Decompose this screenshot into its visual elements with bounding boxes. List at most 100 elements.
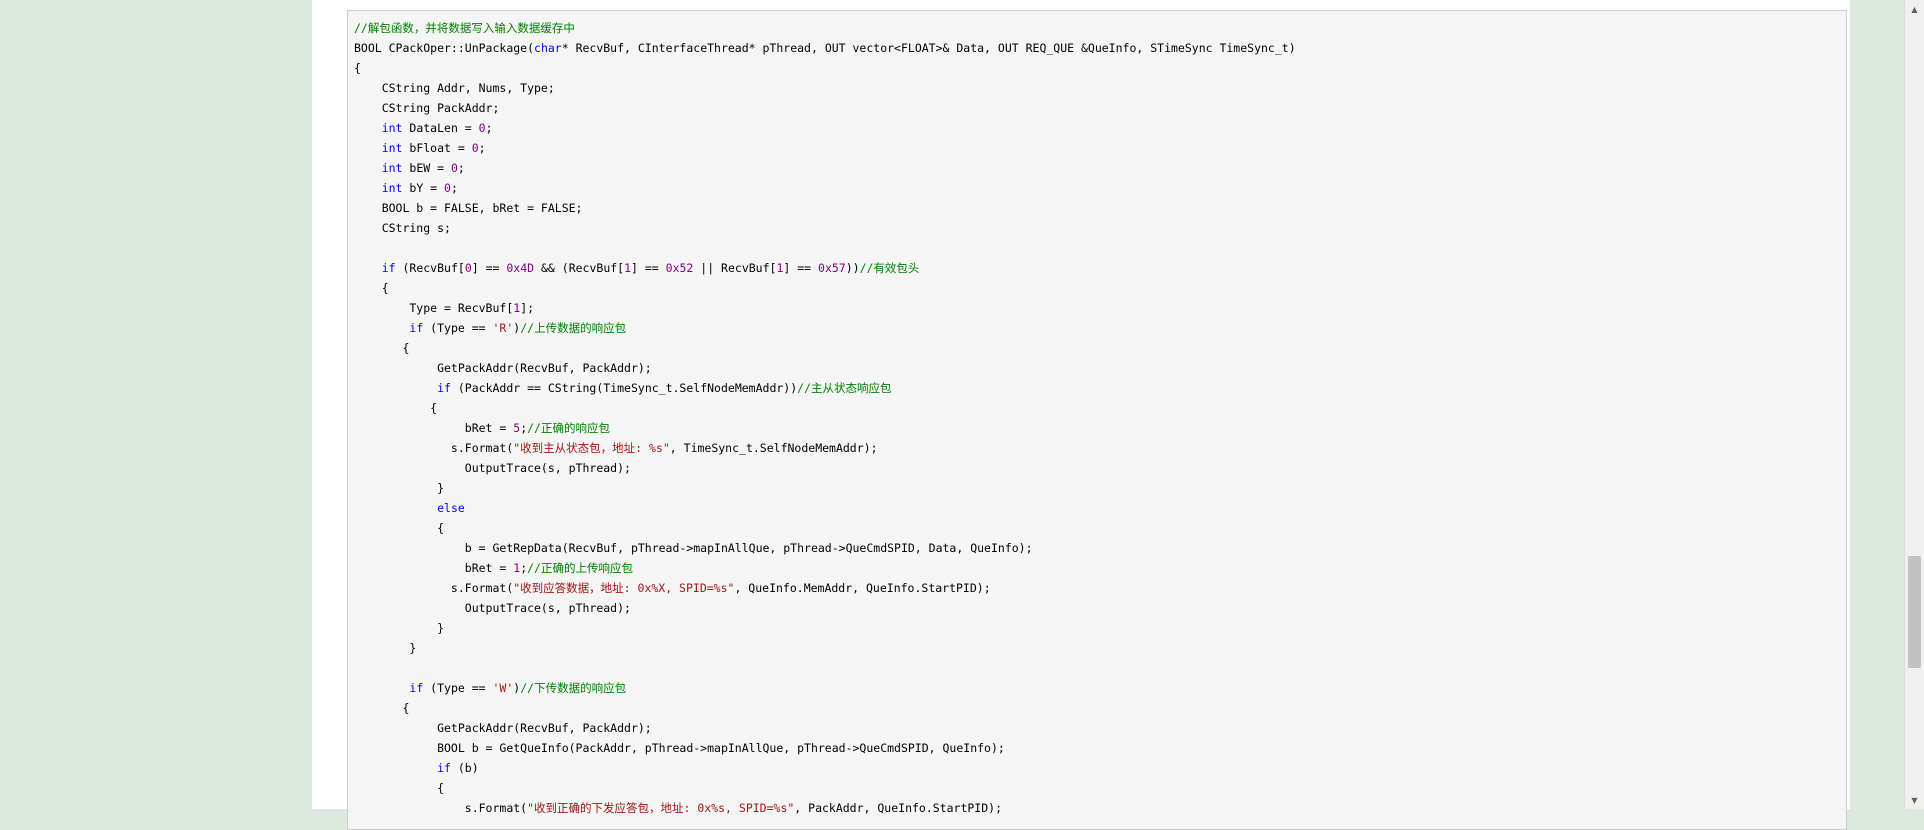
code-line: { [354,518,444,538]
code-line: int DataLen = 0; [354,118,493,138]
code-line: Type = RecvBuf[1]; [354,298,534,318]
code-line: bRet = 5;//正确的响应包 [354,418,610,438]
code-token: ]; [520,301,535,315]
code-line: } [354,618,444,638]
code-block: //解包函数，并将数据写入输入数据缓存中BOOL CPackOper::UnPa… [347,10,1847,830]
code-token: (RecvBuf[ [395,261,465,275]
code-token: //正确的上传响应包 [527,561,633,575]
code-token: 0 [471,141,479,155]
code-token: s.Format( [354,441,514,455]
code-token: , PackAddr, QueInfo.StartPID); [794,801,1003,815]
code-token: , QueInfo.MemAddr, QueInfo.StartPID); [734,581,991,595]
code-token: 0 [478,121,486,135]
code-token: OutputTrace(s, pThread); [354,601,631,615]
vertical-scrollbar[interactable]: ▲ ▼ [1904,0,1924,809]
code-line: } [354,638,416,658]
code-token: { [354,701,410,715]
code-line: bRet = 1;//正确的上传响应包 [354,558,633,578]
code-token: } [354,621,445,635]
code-line: int bY = 0; [354,178,458,198]
code-token: GetPackAddr(RecvBuf, PackAddr); [354,721,652,735]
code-token: 0 [444,181,451,195]
code-token: 1 [624,261,632,275]
code-line: CString PackAddr; [354,98,500,118]
code-line: b = GetRepData(RecvBuf, pThread->mapInAl… [354,538,1033,558]
code-line: { [354,398,437,418]
code-token: bRet = [354,421,514,435]
code-token: 0x57 [818,261,846,275]
code-token: { [354,521,445,535]
code-token: int [381,181,403,195]
code-token: || RecvBuf[ [693,261,777,275]
code-token: ] == [631,261,666,275]
code-token: int [381,161,403,175]
code-line: int bFloat = 0; [354,138,486,158]
code-token: bRet = [354,561,514,575]
code-token: char [534,41,562,55]
code-token: int [381,121,403,135]
code-token: ; [450,181,458,195]
code-token: BOOL b = FALSE, bRet = FALSE; [354,201,583,215]
scroll-down-icon[interactable]: ▼ [1905,791,1924,809]
code-token: , TimeSync_t.SelfNodeMemAddr); [669,441,878,455]
code-token: DataLen = [402,121,479,135]
scroll-up-icon[interactable]: ▲ [1905,0,1924,18]
code-line: { [354,278,389,298]
code-line: s.Format("收到正确的下发应答包，地址: 0x%s, SPID=%s",… [354,798,1002,818]
code-token: //解包函数，并将数据写入输入数据缓存中 [354,21,575,35]
code-token: b = GetRepData(RecvBuf, pThread->mapInAl… [354,541,1033,555]
code-line: GetPackAddr(RecvBuf, PackAddr); [354,718,652,738]
code-line: if (PackAddr == CString(TimeSync_t.SelfN… [354,378,892,398]
code-line: BOOL CPackOper::UnPackage(char* RecvBuf,… [354,38,1296,58]
code-token: { [354,61,361,75]
code-token: ; [485,121,493,135]
code-token: "收到正确的下发应答包，地址: 0x%s, SPID=%s" [527,801,795,815]
code-token: { [354,341,410,355]
code-token: bY = [402,181,445,195]
code-token: Type = RecvBuf[ [354,301,514,315]
code-token: if [437,761,451,775]
code-token: //正确的响应包 [527,421,610,435]
code-line: BOOL b = GetQueInfo(PackAddr, pThread->m… [354,738,1005,758]
code-token: } [354,481,445,495]
code-token: CString Addr, Nums, Type; [354,81,555,95]
code-token: s.Format( [354,581,514,595]
code-token: //主从状态响应包 [797,381,892,395]
code-token: if [381,261,396,275]
code-token: (b) [450,761,479,775]
code-line: if (RecvBuf[0] == 0x4D && (RecvBuf[1] ==… [354,258,920,278]
code-line: s.Format("收到主从状态包，地址: %s", TimeSync_t.Se… [354,438,878,458]
code-token: GetPackAddr(RecvBuf, PackAddr); [354,361,652,375]
code-token: //下传数据的响应包 [520,681,627,695]
code-line: //解包函数，并将数据写入输入数据缓存中 [354,18,575,38]
code-token: && (RecvBuf[ [534,261,625,275]
code-token: )) [845,261,860,275]
code-line: CString s; [354,218,451,238]
code-line: BOOL b = FALSE, bRet = FALSE; [354,198,583,218]
code-line: GetPackAddr(RecvBuf, PackAddr); [354,358,652,378]
code-line: { [354,58,361,78]
code-token: BOOL b = GetQueInfo(PackAddr, pThread->m… [354,741,1005,755]
code-token: 'W' [492,681,514,695]
code-token: BOOL CPackOper::UnPackage( [354,41,535,55]
code-token: "收到应答数据，地址: 0x%X, SPID=%s" [513,581,735,595]
code-line: } [354,478,444,498]
code-token: ] == [471,261,507,275]
scroll-thumb[interactable] [1908,556,1921,668]
code-line: { [354,338,409,358]
code-token: { [354,781,445,795]
code-token: if [409,321,424,335]
code-token: if [437,381,451,395]
code-line: { [354,778,444,798]
code-token: { [354,281,389,295]
code-token: * RecvBuf, CInterfaceThread* pThread, OU… [561,41,1296,55]
code-line: if (Type == 'R')//上传数据的响应包 [354,318,626,338]
code-token: 0 [450,161,458,175]
